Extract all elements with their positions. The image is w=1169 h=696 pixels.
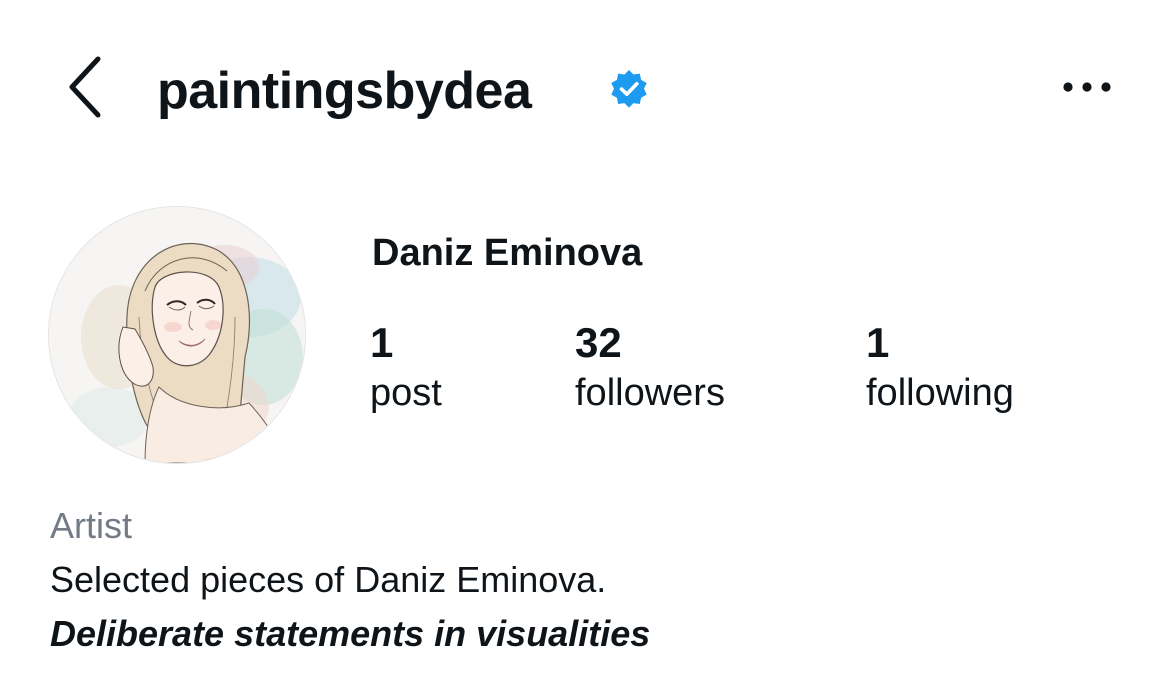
posts-stat[interactable]: 1 post: [370, 318, 442, 418]
posts-label: post: [370, 372, 442, 414]
bio-text: Selected pieces of Daniz Eminova.: [50, 559, 607, 600]
bio-tagline: Deliberate statements in visualities: [50, 613, 651, 654]
more-horizontal-icon: [1063, 82, 1111, 92]
verified-badge-icon: [611, 70, 647, 108]
profile-username: paintingsbydea: [157, 62, 532, 120]
followers-stat[interactable]: 32 followers: [575, 318, 725, 418]
back-button[interactable]: [56, 52, 112, 122]
following-count: 1: [866, 319, 890, 366]
more-options-button[interactable]: [1054, 66, 1120, 108]
profile-header: paintingsbydea: [0, 0, 1169, 180]
posts-count: 1: [370, 319, 394, 366]
followers-count: 32: [575, 319, 622, 366]
following-label: following: [866, 372, 1014, 414]
following-stat[interactable]: 1 following: [866, 318, 1014, 418]
chevron-left-icon: [69, 56, 101, 118]
followers-label: followers: [575, 372, 725, 414]
profile-category: Artist: [50, 505, 133, 546]
profile-avatar[interactable]: [48, 206, 306, 464]
profile-display-name: Daniz Eminova: [372, 232, 643, 274]
portrait-illustration: [49, 207, 305, 463]
